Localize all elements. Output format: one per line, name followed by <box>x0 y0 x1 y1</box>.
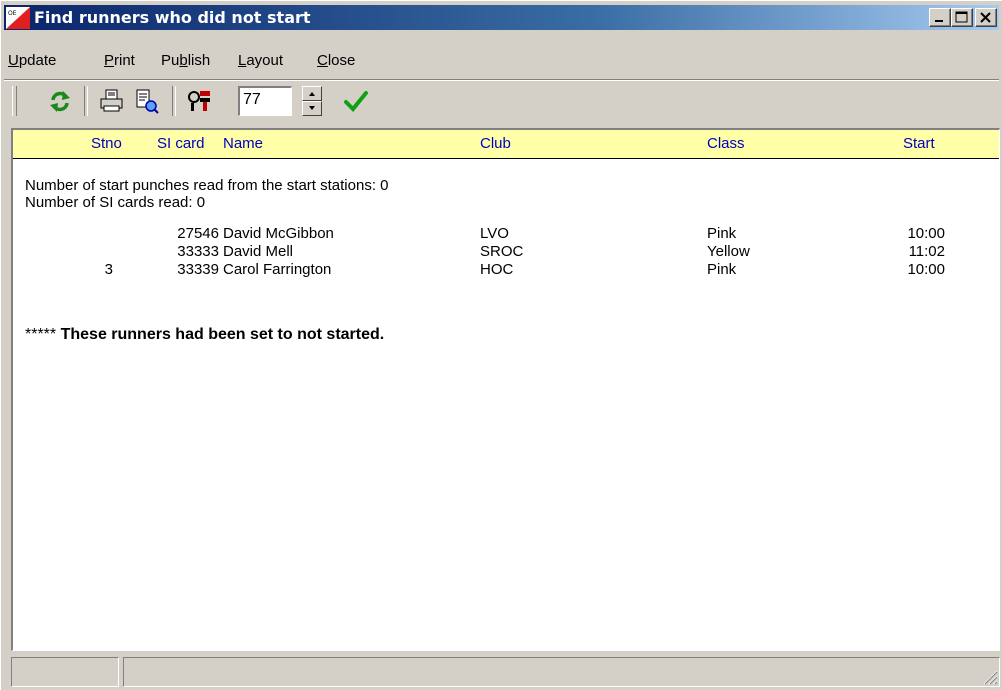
header-class[interactable]: Class <box>707 135 745 152</box>
menu-layout-label: Layout <box>238 52 284 69</box>
menu-close[interactable]: Close <box>317 52 355 69</box>
menu-update-label: Update <box>8 52 57 69</box>
cell-start: 10:00 <box>907 261 945 278</box>
cell-start: 10:00 <box>907 225 945 242</box>
not-started-note: ***** These runners had been set to not … <box>25 326 384 344</box>
menu-layout[interactable]: Layout <box>238 52 283 69</box>
note-prefix: ***** <box>25 326 57 343</box>
cell-name: David McGibbon <box>223 225 334 242</box>
maximize-icon <box>955 11 968 23</box>
toolbar-separator <box>172 86 176 116</box>
minimize-button[interactable] <box>929 8 951 27</box>
cell-class: Yellow <box>707 243 750 260</box>
number-input[interactable]: 77 <box>238 86 292 116</box>
window-title: Find runners who did not start <box>34 8 311 27</box>
application-window: OE Find runners who did not start Update… <box>0 0 1002 690</box>
table-row: 33333 David Mell SROC Yellow 11:02 <box>13 243 999 261</box>
arrow-down-icon <box>309 106 315 110</box>
menu-print[interactable]: Print <box>104 52 135 69</box>
menu-close-label: Close <box>317 52 356 69</box>
start-punches-info: Number of start punches read from the st… <box>25 177 389 194</box>
minimize-icon <box>935 20 943 22</box>
refresh-button[interactable] <box>46 88 74 114</box>
maximize-button[interactable] <box>951 8 973 27</box>
menu-publish-label: Publish <box>161 52 211 69</box>
menu-print-label: Print <box>104 52 135 69</box>
column-header-row: Stno SI card Name Club Class Start <box>13 130 999 159</box>
number-spinner[interactable] <box>302 86 322 116</box>
print-button[interactable] <box>98 88 126 114</box>
cell-club: SROC <box>480 243 524 260</box>
cell-sicard: 27546 <box>177 225 219 242</box>
menu-publish[interactable]: Publish <box>161 52 210 69</box>
close-icon <box>980 12 991 23</box>
print-preview-button[interactable] <box>132 88 160 114</box>
cell-start: 11:02 <box>908 243 945 260</box>
header-start[interactable]: Start <box>903 135 935 152</box>
note-text: These runners had been set to not starte… <box>60 326 385 343</box>
cell-class: Pink <box>707 261 737 278</box>
resize-grip-icon[interactable] <box>980 667 998 685</box>
arrow-up-icon <box>309 92 315 96</box>
report-view[interactable]: Stno SI card Name Club Class Start Numbe… <box>11 128 1000 651</box>
table-row: 27546 David McGibbon LVO Pink 10:00 <box>13 225 999 243</box>
title-bar[interactable]: OE Find runners who did not start <box>4 5 999 30</box>
status-bar <box>11 657 1000 687</box>
header-sicard[interactable]: SI card <box>157 135 205 152</box>
print-preview-icon <box>136 89 159 114</box>
toolbar: 77 <box>4 79 999 122</box>
refresh-icon <box>50 91 70 112</box>
status-panel <box>123 657 1000 687</box>
cell-stno: 3 <box>104 261 113 278</box>
cell-name: David Mell <box>223 243 294 260</box>
table-row: 3 33339 Carol Farrington HOC Pink 10:00 <box>13 261 999 279</box>
close-window-button[interactable] <box>975 8 997 27</box>
cell-sicard: 33333 <box>177 243 219 260</box>
spinner-down-button[interactable] <box>302 101 322 116</box>
print-icon <box>100 89 123 112</box>
toolbar-grip[interactable] <box>12 86 17 116</box>
header-stno[interactable]: Stno <box>91 135 122 152</box>
si-cards-info: Number of SI cards read: 0 <box>25 194 206 211</box>
settings-button[interactable] <box>186 88 214 114</box>
cell-club: HOC <box>480 261 514 278</box>
header-club[interactable]: Club <box>480 135 511 152</box>
menu-bar: Update Print Publish Layout Close <box>4 49 999 73</box>
cell-club: LVO <box>480 225 509 242</box>
cell-class: Pink <box>707 225 737 242</box>
settings-icon <box>188 91 210 111</box>
toolbar-separator <box>84 86 88 116</box>
svg-text:OE: OE <box>8 10 17 17</box>
checkmark-icon <box>344 91 368 112</box>
header-name[interactable]: Name <box>223 135 263 152</box>
spinner-up-button[interactable] <box>302 86 322 101</box>
app-logo-icon: OE <box>6 7 30 29</box>
menu-update[interactable]: Update <box>8 52 56 69</box>
cell-sicard: 33339 <box>177 261 219 278</box>
status-panel <box>11 657 119 687</box>
apply-button[interactable] <box>342 88 370 114</box>
cell-name: Carol Farrington <box>223 261 332 278</box>
